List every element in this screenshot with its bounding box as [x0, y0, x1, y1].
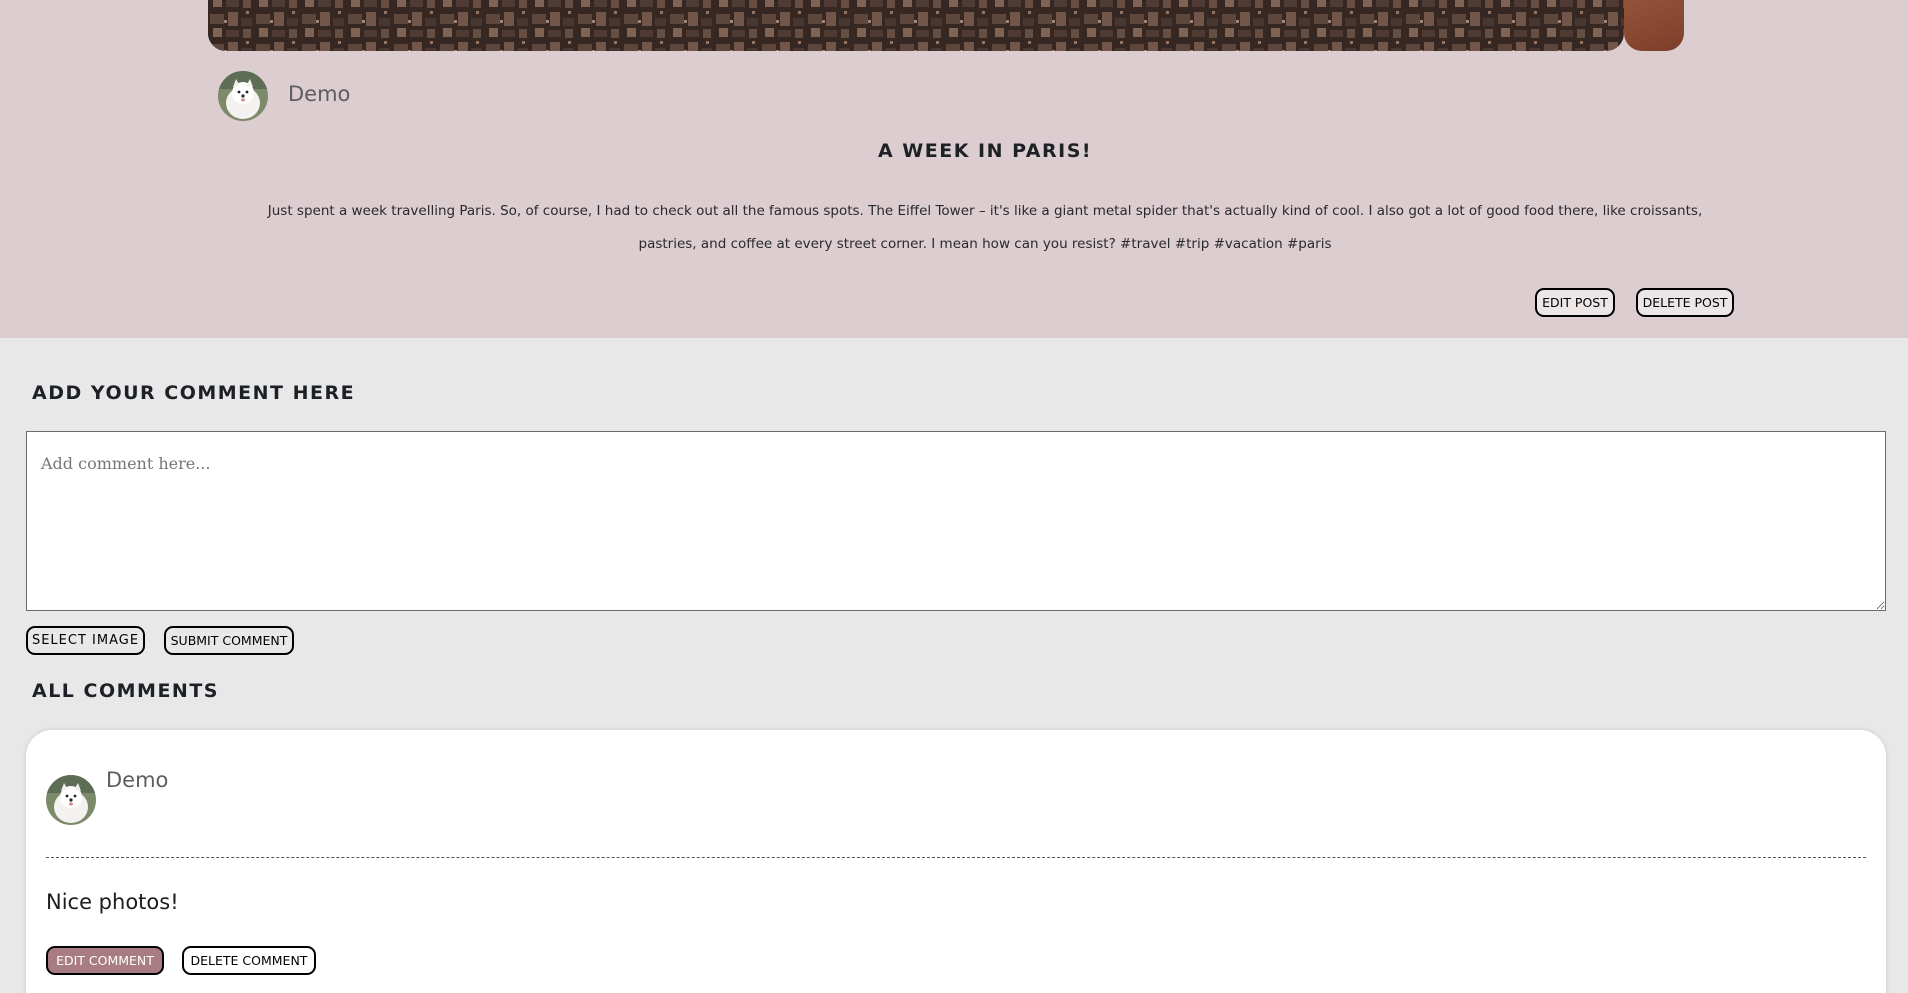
comment-author-avatar[interactable]	[46, 775, 96, 825]
delete-comment-button[interactable]: DELETE COMMENT	[182, 946, 316, 975]
edit-post-button[interactable]: EDIT POST	[1535, 288, 1615, 317]
post-author-name: Demo	[288, 82, 351, 106]
post-body: Just spent a week travelling Paris. So, …	[267, 203, 1703, 252]
post-title: A WEEK IN PARIS!	[877, 140, 1093, 162]
author-avatar[interactable]	[218, 71, 268, 121]
comment-card: Demo Nice photos! EDIT COMMENT DELETE CO…	[26, 730, 1886, 993]
all-comments-heading: ALL COMMENTS	[32, 680, 219, 702]
comment-divider	[46, 857, 1866, 858]
post-photo[interactable]	[208, 0, 1624, 51]
delete-post-button[interactable]: DELETE POST	[1636, 288, 1734, 317]
edit-comment-button[interactable]: EDIT COMMENT	[46, 946, 164, 975]
submit-comment-button[interactable]: SUBMIT COMMENT	[164, 626, 294, 655]
add-comment-heading: ADD YOUR COMMENT HERE	[32, 382, 356, 404]
post-section: Demo A WEEK IN PARIS! Just spent a week …	[0, 0, 1908, 338]
post-photo-next[interactable]	[1624, 0, 1684, 51]
comment-author-name: Demo	[106, 768, 169, 792]
comment-text: Nice photos!	[46, 890, 179, 914]
comment-input[interactable]	[26, 431, 1886, 611]
select-image-button[interactable]: SELECT IMAGE	[26, 626, 145, 655]
